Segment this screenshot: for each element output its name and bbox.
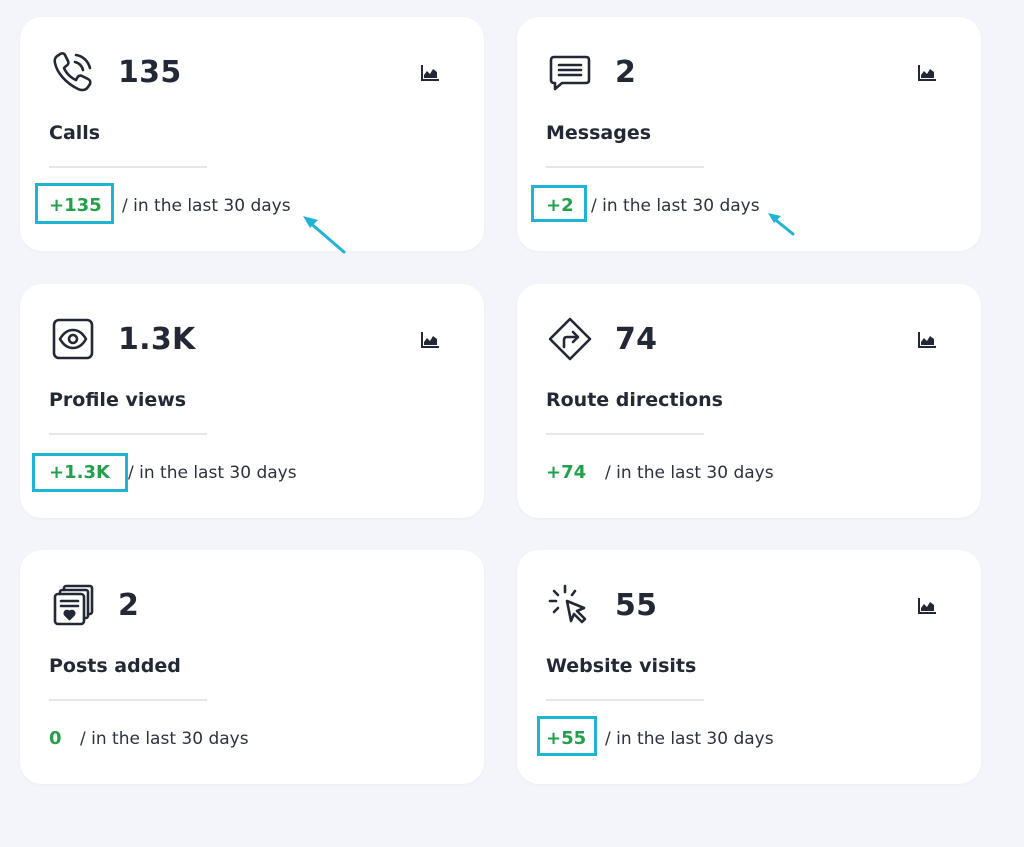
divider <box>49 433 207 435</box>
messages-label: Messages <box>546 119 651 147</box>
posts-icon <box>50 582 96 628</box>
website-visits-value: 55 <box>615 586 657 626</box>
divider <box>546 699 704 701</box>
period-text: / in the last 30 days <box>122 193 291 219</box>
highlight-box <box>35 183 114 224</box>
profile-views-value: 1.3K <box>118 320 196 360</box>
posts-added-value: 2 <box>118 586 139 626</box>
eye-icon <box>50 316 96 362</box>
period-text: / in the last 30 days <box>128 460 297 486</box>
card-messages: 2 Messages +2 / in the last 30 days <box>517 17 981 251</box>
card-route-directions: 74 Route directions +74 / in the last 30… <box>517 284 981 518</box>
annotation-arrow-icon <box>298 211 350 255</box>
route-sign-icon <box>547 316 593 362</box>
posts-added-label: Posts added <box>49 652 181 680</box>
card-profile-views: 1.3K Profile views +1.3K / in the last 3… <box>20 284 484 518</box>
chart-icon[interactable] <box>418 328 442 352</box>
period-text: / in the last 30 days <box>605 726 774 752</box>
highlight-box <box>537 716 597 756</box>
annotation-arrow-icon <box>763 207 799 239</box>
posts-added-delta: 0 <box>49 726 62 752</box>
profile-views-label: Profile views <box>49 386 186 414</box>
divider <box>546 166 704 168</box>
message-icon <box>547 49 593 95</box>
messages-value: 2 <box>615 53 636 93</box>
divider <box>546 433 704 435</box>
card-website-visits: 55 Website visits +55 / in the last 30 d… <box>517 550 981 784</box>
highlight-box <box>32 453 128 492</box>
chart-icon[interactable] <box>915 594 939 618</box>
card-posts-added: 2 Posts added 0 / in the last 30 days <box>20 550 484 784</box>
phone-icon <box>50 49 96 95</box>
chart-icon[interactable] <box>915 61 939 85</box>
period-text: / in the last 30 days <box>605 460 774 486</box>
period-text: / in the last 30 days <box>591 193 760 219</box>
highlight-box <box>531 185 587 222</box>
chart-icon[interactable] <box>915 328 939 352</box>
cursor-click-icon <box>547 582 593 628</box>
divider <box>49 699 207 701</box>
divider <box>49 166 207 168</box>
calls-value: 135 <box>118 53 182 93</box>
chart-icon[interactable] <box>418 61 442 85</box>
website-visits-label: Website visits <box>546 652 696 680</box>
calls-label: Calls <box>49 119 100 147</box>
route-directions-label: Route directions <box>546 386 723 414</box>
route-directions-delta: +74 <box>546 460 586 486</box>
card-calls: 135 Calls +135 / in the last 30 days <box>20 17 484 251</box>
route-directions-value: 74 <box>615 320 657 360</box>
period-text: / in the last 30 days <box>80 726 249 752</box>
